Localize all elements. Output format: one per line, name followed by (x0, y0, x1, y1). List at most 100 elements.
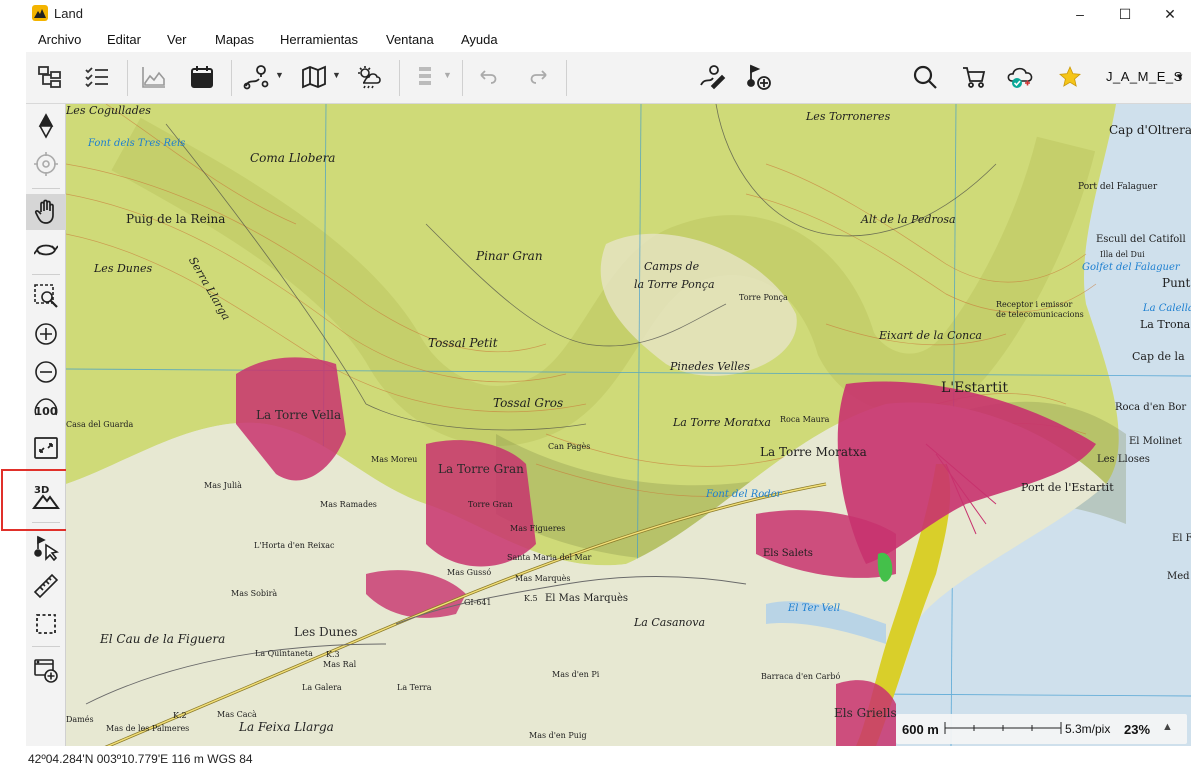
map-label: La Quintaneta (255, 649, 313, 658)
data-tree-icon[interactable] (34, 62, 66, 92)
map-label: Damés (66, 715, 94, 724)
map-label: Tossal Gros (493, 396, 564, 410)
toolbar-separator (127, 60, 128, 96)
map-label: Mas Cacà (217, 710, 257, 719)
map-label: Puig de la Reina (126, 212, 226, 226)
map-label: Santa Maria del Mar (507, 553, 592, 562)
zoom-out-icon[interactable] (30, 356, 62, 388)
add-waypoint-icon[interactable] (742, 62, 774, 92)
map-label: La Galera (302, 683, 342, 692)
favorites-star-icon[interactable] (1054, 62, 1086, 92)
menu-ver[interactable]: Ver (167, 32, 187, 47)
map-label: Mas de les Palmeres (106, 724, 190, 733)
map-label: la Torre Ponça (634, 278, 715, 291)
map-label: Roca Maura (780, 415, 830, 424)
map-label: Les Cogullades (66, 104, 151, 117)
map-layers-icon[interactable] (298, 62, 330, 92)
user-account-menu[interactable]: J_A_M_E_S (1106, 69, 1183, 84)
map-label: Pinedes Velles (670, 360, 750, 373)
toolbar-separator (32, 646, 60, 647)
map-label: Golfet del Falaguer (1082, 262, 1180, 273)
map-label: Font dels Tres Reis (88, 138, 186, 149)
map-label: Les Lloses (1097, 454, 1150, 465)
map-label: La Torre Vella (256, 408, 342, 422)
map-label: Mas Sobirà (231, 589, 278, 598)
svg-text:100: 100 (35, 405, 58, 418)
search-icon[interactable] (909, 62, 941, 92)
cloud-sync-icon[interactable] (1005, 62, 1037, 92)
fit-screen-icon[interactable] (30, 432, 62, 464)
map-label: Cap d'Oltrera (1109, 123, 1191, 137)
pan-hand-icon[interactable] (26, 194, 66, 230)
toolbar-separator (566, 60, 567, 96)
menu-ayuda[interactable]: Ayuda (461, 32, 498, 47)
selection-rectangle-icon[interactable] (30, 608, 62, 640)
route-tools-icon[interactable] (241, 62, 273, 92)
chevron-down-icon[interactable]: ▼ (275, 70, 284, 80)
window-title: Land (54, 6, 83, 21)
ruler-icon[interactable] (30, 570, 62, 602)
map-label: Mas Marquès (515, 574, 571, 583)
map-label: La Calella (1143, 303, 1191, 314)
gps-locate-icon[interactable] (30, 148, 62, 180)
toolbar-separator (231, 60, 232, 96)
chevron-down-icon[interactable]: ▼ (443, 70, 452, 80)
scale-expand-icon[interactable]: ▲ (1162, 721, 1173, 733)
add-window-icon[interactable] (30, 654, 62, 686)
chevron-down-icon[interactable]: ▼ (332, 70, 341, 80)
menu-bar: Archivo Editar Ver Mapas Herramientas Ve… (26, 28, 1191, 52)
scale-distance: 600 m (902, 722, 939, 737)
calendar-icon[interactable] (186, 62, 218, 92)
weather-icon[interactable] (353, 62, 385, 92)
menu-ventana[interactable]: Ventana (386, 32, 434, 47)
map-label: La Feixa Llarga (239, 720, 334, 734)
route-edit-icon[interactable] (696, 62, 728, 92)
close-button[interactable]: ✕ (1147, 0, 1191, 28)
map-background (66, 104, 1191, 746)
layer-stack-icon[interactable] (409, 62, 441, 92)
map-label: Illa del Dui (1100, 250, 1145, 259)
checklist-icon[interactable] (81, 62, 113, 92)
maximize-button[interactable]: ☐ (1102, 0, 1148, 28)
map-label: Alt de la Pedrosa (861, 213, 956, 226)
zoom-box-icon[interactable] (30, 280, 62, 312)
map-label: Mas d'en Pi (552, 670, 600, 679)
map-label: Cap de la (1132, 350, 1185, 363)
zoom-level: 23% (1124, 722, 1151, 737)
map-canvas[interactable]: Les Cogullades Font dels Tres Reis Coma … (66, 104, 1191, 746)
map-label: Mas Ramades (320, 500, 377, 509)
rotate-icon[interactable] (30, 234, 62, 266)
main-toolbar: ▼ ▼ ▼ J_A_M_E_S ▾ (26, 52, 1191, 104)
map-label: Can Pagès (548, 442, 591, 451)
toolbar-separator (462, 60, 463, 96)
map-label: Camps de (644, 260, 700, 273)
map-label: Port de l'Estartit (1021, 481, 1114, 494)
user-menu-caret-icon[interactable]: ▾ (1177, 70, 1183, 83)
map-label: La Terra (397, 683, 432, 692)
redo-icon[interactable] (522, 62, 554, 92)
map-label: GI-641 (464, 598, 492, 607)
menu-archivo[interactable]: Archivo (38, 32, 81, 47)
menu-mapas[interactable]: Mapas (215, 32, 254, 47)
cart-icon[interactable] (958, 62, 990, 92)
zoom-in-icon[interactable] (30, 318, 62, 350)
zoom-100-icon[interactable]: 100 (30, 394, 62, 426)
map-label: La Torre Gran (438, 462, 524, 476)
toolbar-separator (399, 60, 400, 96)
map-label: Font del Rodor (706, 489, 782, 500)
toolbar-separator (32, 188, 60, 189)
select-waypoint-icon[interactable] (30, 532, 62, 564)
menu-editar[interactable]: Editar (107, 32, 141, 47)
compass-icon[interactable] (30, 110, 62, 142)
undo-icon[interactable] (473, 62, 505, 92)
map-label: K.3 (326, 650, 340, 659)
map-label: K.5 (524, 594, 538, 603)
title-bar: Land – ☐ ✕ (0, 0, 1191, 28)
app-logo-icon (32, 5, 48, 21)
elevation-profile-icon[interactable] (138, 62, 170, 92)
minimize-button[interactable]: – (1057, 0, 1103, 28)
map-label: El F (1172, 533, 1191, 544)
map-label: L'Estartit (941, 380, 1008, 396)
scale-ruler (944, 722, 1062, 734)
menu-herramientas[interactable]: Herramientas (280, 32, 358, 47)
